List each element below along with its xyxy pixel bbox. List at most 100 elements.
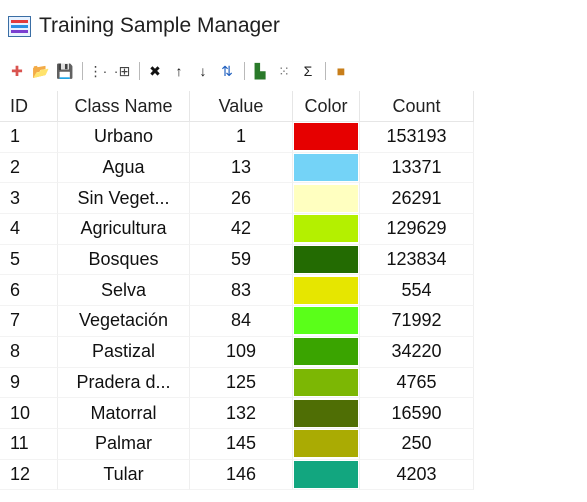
cell-count[interactable]: 26291: [360, 183, 474, 215]
cell-class-name[interactable]: Agua: [58, 152, 190, 184]
table-row[interactable]: 12 Tular 146 4203: [0, 459, 474, 491]
table-row[interactable]: 5 Bosques 59 123834: [0, 244, 474, 276]
cell-class-name[interactable]: Selva: [58, 275, 190, 307]
cell-class-name[interactable]: Palmar: [58, 428, 190, 460]
cell-color[interactable]: [293, 183, 360, 215]
column-header-value[interactable]: Value: [190, 91, 293, 121]
color-swatch[interactable]: [294, 215, 358, 243]
cell-value[interactable]: 59: [190, 244, 293, 276]
cell-value[interactable]: 145: [190, 428, 293, 460]
color-swatch[interactable]: [294, 184, 358, 212]
cell-color[interactable]: [293, 306, 360, 337]
statistics-sigma-icon[interactable]: Σ: [297, 61, 319, 81]
sort-icon[interactable]: ⇅: [216, 61, 238, 81]
cell-class-name[interactable]: Agricultura: [58, 214, 190, 245]
table-row[interactable]: 2 Agua 13 13371: [0, 152, 474, 184]
cell-class-name[interactable]: Sin Veget...: [58, 183, 190, 215]
cell-value[interactable]: 109: [190, 336, 293, 368]
cell-value[interactable]: 146: [190, 459, 293, 491]
cell-id[interactable]: 10: [0, 398, 58, 429]
cell-count[interactable]: 4765: [360, 367, 474, 399]
table-row[interactable]: 10 Matorral 132 16590: [0, 398, 474, 429]
cell-id[interactable]: 5: [0, 244, 58, 276]
cell-id[interactable]: 1: [0, 122, 58, 153]
cell-class-name[interactable]: Bosques: [58, 244, 190, 276]
cell-id[interactable]: 2: [0, 152, 58, 184]
cell-value[interactable]: 26: [190, 183, 293, 215]
split-class-icon[interactable]: ·⊞: [111, 61, 133, 81]
table-row[interactable]: 8 Pastizal 109 34220: [0, 336, 474, 368]
cell-color[interactable]: [293, 459, 360, 491]
move-down-icon[interactable]: ↓: [192, 61, 214, 81]
cell-color[interactable]: [293, 122, 360, 153]
cell-value[interactable]: 84: [190, 306, 293, 337]
cell-class-name[interactable]: Matorral: [58, 398, 190, 429]
cell-value[interactable]: 125: [190, 367, 293, 399]
table-row[interactable]: 1 Urbano 1 153193: [0, 122, 474, 153]
merge-classes-icon[interactable]: ⋮·: [87, 61, 109, 81]
move-up-icon[interactable]: ↑: [168, 61, 190, 81]
cell-color[interactable]: [293, 275, 360, 307]
table-row[interactable]: 6 Selva 83 554: [0, 275, 474, 307]
table-row[interactable]: 4 Agricultura 42 129629: [0, 214, 474, 245]
cell-value[interactable]: 132: [190, 398, 293, 429]
cell-id[interactable]: 9: [0, 367, 58, 399]
column-header-class-name[interactable]: Class Name: [58, 91, 190, 121]
cell-color[interactable]: [293, 152, 360, 184]
cell-color[interactable]: [293, 398, 360, 429]
color-swatch[interactable]: [294, 123, 358, 151]
cell-id[interactable]: 6: [0, 275, 58, 307]
cell-color[interactable]: [293, 244, 360, 276]
cell-value[interactable]: 1: [190, 122, 293, 153]
cell-id[interactable]: 12: [0, 459, 58, 491]
open-folder-icon[interactable]: 📂: [30, 61, 52, 81]
cell-value[interactable]: 83: [190, 275, 293, 307]
scatterplot-icon[interactable]: ⁙: [273, 61, 295, 81]
cell-count[interactable]: 4203: [360, 459, 474, 491]
color-swatch[interactable]: [294, 460, 358, 488]
cell-class-name[interactable]: Pradera d...: [58, 367, 190, 399]
cell-id[interactable]: 3: [0, 183, 58, 215]
cell-color[interactable]: [293, 428, 360, 460]
cell-count[interactable]: 123834: [360, 244, 474, 276]
table-row[interactable]: 9 Pradera d... 125 4765: [0, 367, 474, 399]
save-icon[interactable]: 💾: [54, 61, 76, 81]
table-row[interactable]: 3 Sin Veget... 26 26291: [0, 183, 474, 215]
table-row[interactable]: 7 Vegetación 84 71992: [0, 306, 474, 337]
cell-id[interactable]: 7: [0, 306, 58, 337]
new-sample-icon[interactable]: ✚: [6, 61, 28, 81]
histogram-icon[interactable]: ▙: [249, 61, 271, 81]
color-swatch[interactable]: [294, 368, 358, 396]
color-swatch[interactable]: [294, 276, 358, 304]
cell-class-name[interactable]: Urbano: [58, 122, 190, 153]
color-swatch[interactable]: [294, 338, 358, 366]
color-swatch[interactable]: [294, 399, 358, 427]
delete-icon[interactable]: ✖: [144, 61, 166, 81]
cell-value[interactable]: 13: [190, 152, 293, 184]
color-swatch[interactable]: [294, 154, 358, 182]
cell-color[interactable]: [293, 367, 360, 399]
cell-value[interactable]: 42: [190, 214, 293, 245]
cell-count[interactable]: 13371: [360, 152, 474, 184]
cell-count[interactable]: 554: [360, 275, 474, 307]
cell-color[interactable]: [293, 214, 360, 245]
apply-colors-icon[interactable]: ■: [330, 61, 352, 81]
cell-class-name[interactable]: Pastizal: [58, 336, 190, 368]
table-row[interactable]: 11 Palmar 145 250: [0, 428, 474, 460]
color-swatch[interactable]: [294, 430, 358, 458]
cell-count[interactable]: 71992: [360, 306, 474, 337]
column-header-count[interactable]: Count: [360, 91, 474, 121]
cell-count[interactable]: 153193: [360, 122, 474, 153]
color-swatch[interactable]: [294, 246, 358, 274]
cell-count[interactable]: 250: [360, 428, 474, 460]
cell-id[interactable]: 8: [0, 336, 58, 368]
cell-count[interactable]: 34220: [360, 336, 474, 368]
cell-id[interactable]: 4: [0, 214, 58, 245]
cell-class-name[interactable]: Vegetación: [58, 306, 190, 337]
cell-id[interactable]: 11: [0, 428, 58, 460]
cell-count[interactable]: 16590: [360, 398, 474, 429]
column-header-color[interactable]: Color: [293, 91, 360, 121]
color-swatch[interactable]: [294, 307, 358, 335]
cell-count[interactable]: 129629: [360, 214, 474, 245]
cell-class-name[interactable]: Tular: [58, 459, 190, 491]
